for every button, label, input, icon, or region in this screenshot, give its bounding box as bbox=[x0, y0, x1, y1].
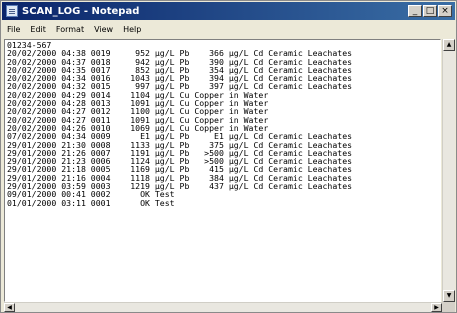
menu-edit[interactable]: Edit bbox=[25, 25, 51, 34]
menu-file[interactable]: File bbox=[2, 25, 25, 34]
arrow-left-icon[interactable]: ◀ bbox=[4, 303, 15, 312]
window-title: SCAN_LOG - Notepad bbox=[22, 5, 140, 17]
minimize-button[interactable]: _ bbox=[408, 5, 422, 17]
menu-help[interactable]: Help bbox=[118, 25, 146, 34]
arrow-right-icon[interactable]: ▶ bbox=[431, 303, 442, 312]
title-bar[interactable]: SCAN_LOG - Notepad _ □ × bbox=[2, 2, 455, 20]
menu-bar: File Edit Format View Help bbox=[2, 21, 455, 37]
maximize-button[interactable]: □ bbox=[423, 5, 437, 17]
close-button[interactable]: × bbox=[438, 5, 452, 17]
window-controls: _ □ × bbox=[408, 5, 452, 17]
horizontal-scrollbar[interactable]: ◀ ▶ bbox=[4, 302, 442, 312]
menu-format[interactable]: Format bbox=[51, 25, 89, 34]
menu-view[interactable]: View bbox=[89, 25, 118, 34]
resize-grip[interactable] bbox=[442, 302, 455, 312]
arrow-up-icon[interactable]: ▲ bbox=[443, 39, 455, 51]
text-editor[interactable]: 01234-567 20/02/2000 04:38 0019 952 µg/L… bbox=[4, 39, 441, 302]
notepad-window: SCAN_LOG - Notepad _ □ × File Edit Forma… bbox=[0, 0, 457, 313]
editor-content[interactable]: 01234-567 20/02/2000 04:38 0019 952 µg/L… bbox=[5, 40, 440, 208]
log-line: 01/01/2000 03:11 0001 OK Test bbox=[7, 197, 175, 208]
arrow-down-icon[interactable]: ▼ bbox=[443, 290, 455, 302]
notepad-icon bbox=[6, 5, 18, 17]
vertical-scrollbar[interactable]: ▲ ▼ bbox=[442, 39, 455, 302]
